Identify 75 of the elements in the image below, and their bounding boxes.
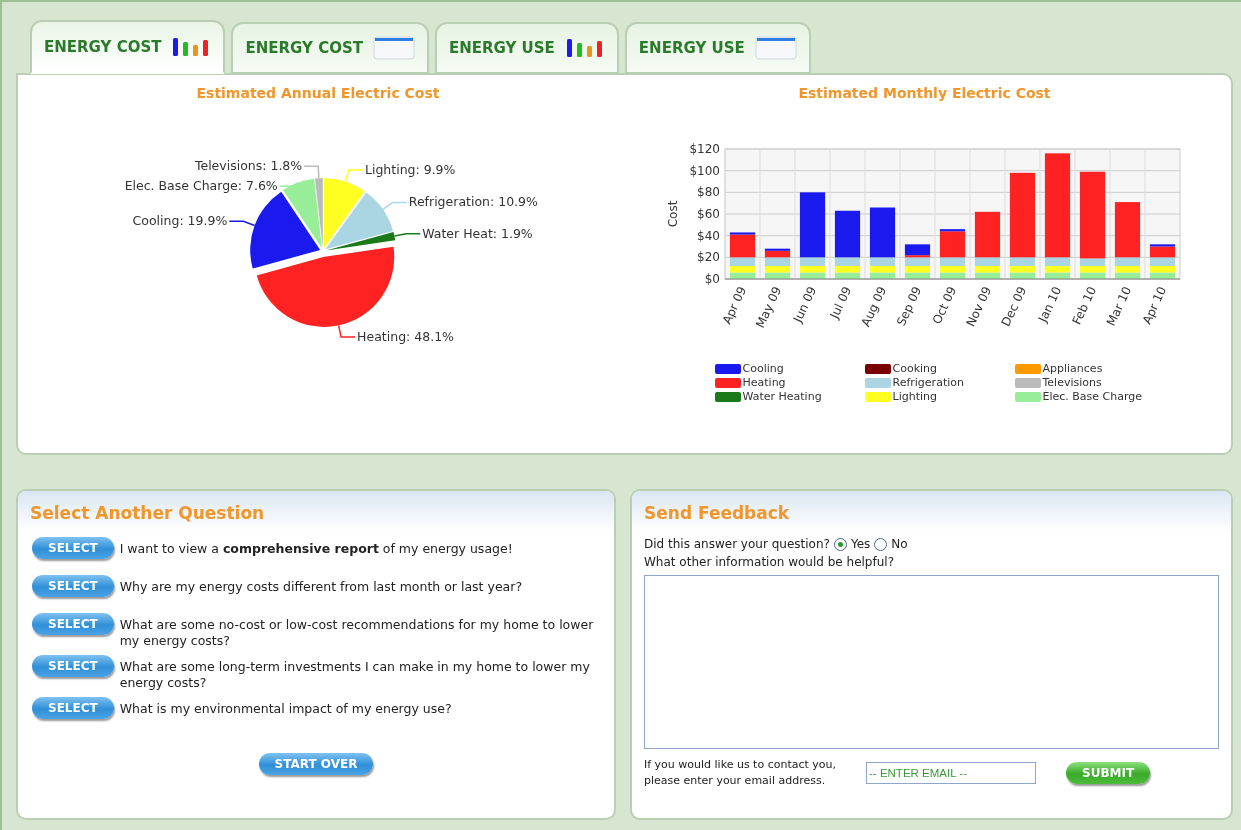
axis-tick-label: $0 <box>704 272 720 286</box>
bar-chart-icon <box>564 37 605 59</box>
radio-label: No <box>891 537 908 551</box>
select-button[interactable]: SELECT <box>32 537 114 559</box>
contact-note: If you would like us to contact you, please enter your email address. <box>644 757 837 789</box>
start-over-button[interactable]: START OVER <box>258 753 374 775</box>
axis-tick-label: $60 <box>696 207 720 221</box>
legend-label: Water Heating <box>742 390 822 403</box>
legend-label: Cooling <box>742 362 784 375</box>
prompt-text: What other information would be helpful? <box>644 555 895 569</box>
leader-line <box>337 324 356 338</box>
slice-label: Heating: 48.1% <box>357 329 454 345</box>
panel-title: Send Feedback <box>632 491 1231 531</box>
question-text: Why are my energy costs different from last month or last year? <box>119 578 522 595</box>
leader-line <box>344 169 364 183</box>
select-button[interactable]: SELECT <box>32 575 114 597</box>
table-icon <box>372 36 415 60</box>
axis-title: Cost <box>665 200 680 228</box>
axis-tick-label: $80 <box>696 185 720 200</box>
axis-tick-label: Feb 10 <box>1069 284 1099 327</box>
slice-label: Refrigeration: 10.9% <box>408 194 538 210</box>
question-text: What are some no-cost or low-cost recommendations for my home to lower my energy costs? <box>119 616 595 649</box>
submit-button[interactable]: SUBMIT <box>1066 762 1151 784</box>
chart-title: Estimated Annual Electric Cost <box>196 85 440 101</box>
axis-tick-label: $20 <box>696 250 720 265</box>
slice-label: Cooling: 19.9% <box>132 213 228 229</box>
radio-button[interactable] <box>874 537 888 551</box>
table-icon <box>754 36 797 60</box>
email-field[interactable]: -- ENTER EMAIL -- <box>866 762 1037 784</box>
slice-label: Elec. Base Charge: 7.6% <box>124 178 278 194</box>
radio-label: Yes <box>850 537 871 551</box>
legend-label: Elec. Base Charge <box>1042 390 1143 403</box>
leader-line <box>303 165 320 179</box>
axis-tick-label: $40 <box>696 228 720 243</box>
legend-label: Appliances <box>1042 362 1103 375</box>
axis-tick-label: Jan 10 <box>1035 284 1064 325</box>
legend-label: Cooking <box>892 362 938 375</box>
slice-label: Water Heat: 1.9% <box>422 225 533 241</box>
axis-tick-label: Aug 09 <box>858 284 889 329</box>
question-text: Did this answer your question? <box>644 537 830 551</box>
leader-line <box>382 201 408 211</box>
slice-label: Televisions: 1.8% <box>194 158 303 174</box>
leader-line <box>279 181 299 187</box>
tab[interactable]: ENERGY COST <box>30 20 226 74</box>
legend-label: Televisions <box>1042 376 1102 389</box>
axis-tick-label: Mar 10 <box>1103 284 1134 329</box>
question-text: What is my environmental impact of my energy use? <box>119 700 452 717</box>
tab[interactable]: ENERGY USE <box>624 22 811 74</box>
axis-tick-label: Apr 10 <box>1139 284 1169 327</box>
axis-tick-label: $120 <box>688 142 720 156</box>
axis-tick-label: $100 <box>688 163 720 178</box>
radio-button[interactable] <box>833 537 847 551</box>
axis-tick-label: Jun 09 <box>790 284 819 325</box>
chart-title: Estimated Monthly Electric Cost <box>798 85 1051 101</box>
select-button[interactable]: SELECT <box>32 613 114 635</box>
axis-tick-label: Oct 09 <box>929 284 959 327</box>
legend-label: Lighting <box>892 390 937 403</box>
select-button[interactable]: SELECT <box>32 655 114 677</box>
question-text: I want to view a comprehensive report of my energy usage! <box>119 540 513 557</box>
tab[interactable]: ENERGY USE <box>434 22 619 74</box>
legend-label: Refrigeration <box>892 376 964 389</box>
leader-line <box>228 220 256 227</box>
panel-title: Select Another Question <box>18 491 614 531</box>
leader-line <box>393 232 421 237</box>
select-button[interactable]: SELECT <box>32 697 114 719</box>
legend-label: Heating <box>742 376 786 389</box>
axis-tick-label: May 09 <box>752 284 784 331</box>
tab[interactable]: ENERGY COST <box>231 22 429 74</box>
axis-tick-label: Apr 09 <box>719 284 749 327</box>
slice-label: Lighting: 9.9% <box>365 162 456 178</box>
axis-tick-label: Jul 09 <box>826 284 854 321</box>
axis-tick-label: Nov 09 <box>963 284 994 329</box>
question-text: What are some long-term investments I can make in my home to lower my energy costs? <box>119 658 591 691</box>
axis-tick-label: Sep 09 <box>893 284 924 329</box>
axis-tick-label: Dec 09 <box>998 284 1029 329</box>
